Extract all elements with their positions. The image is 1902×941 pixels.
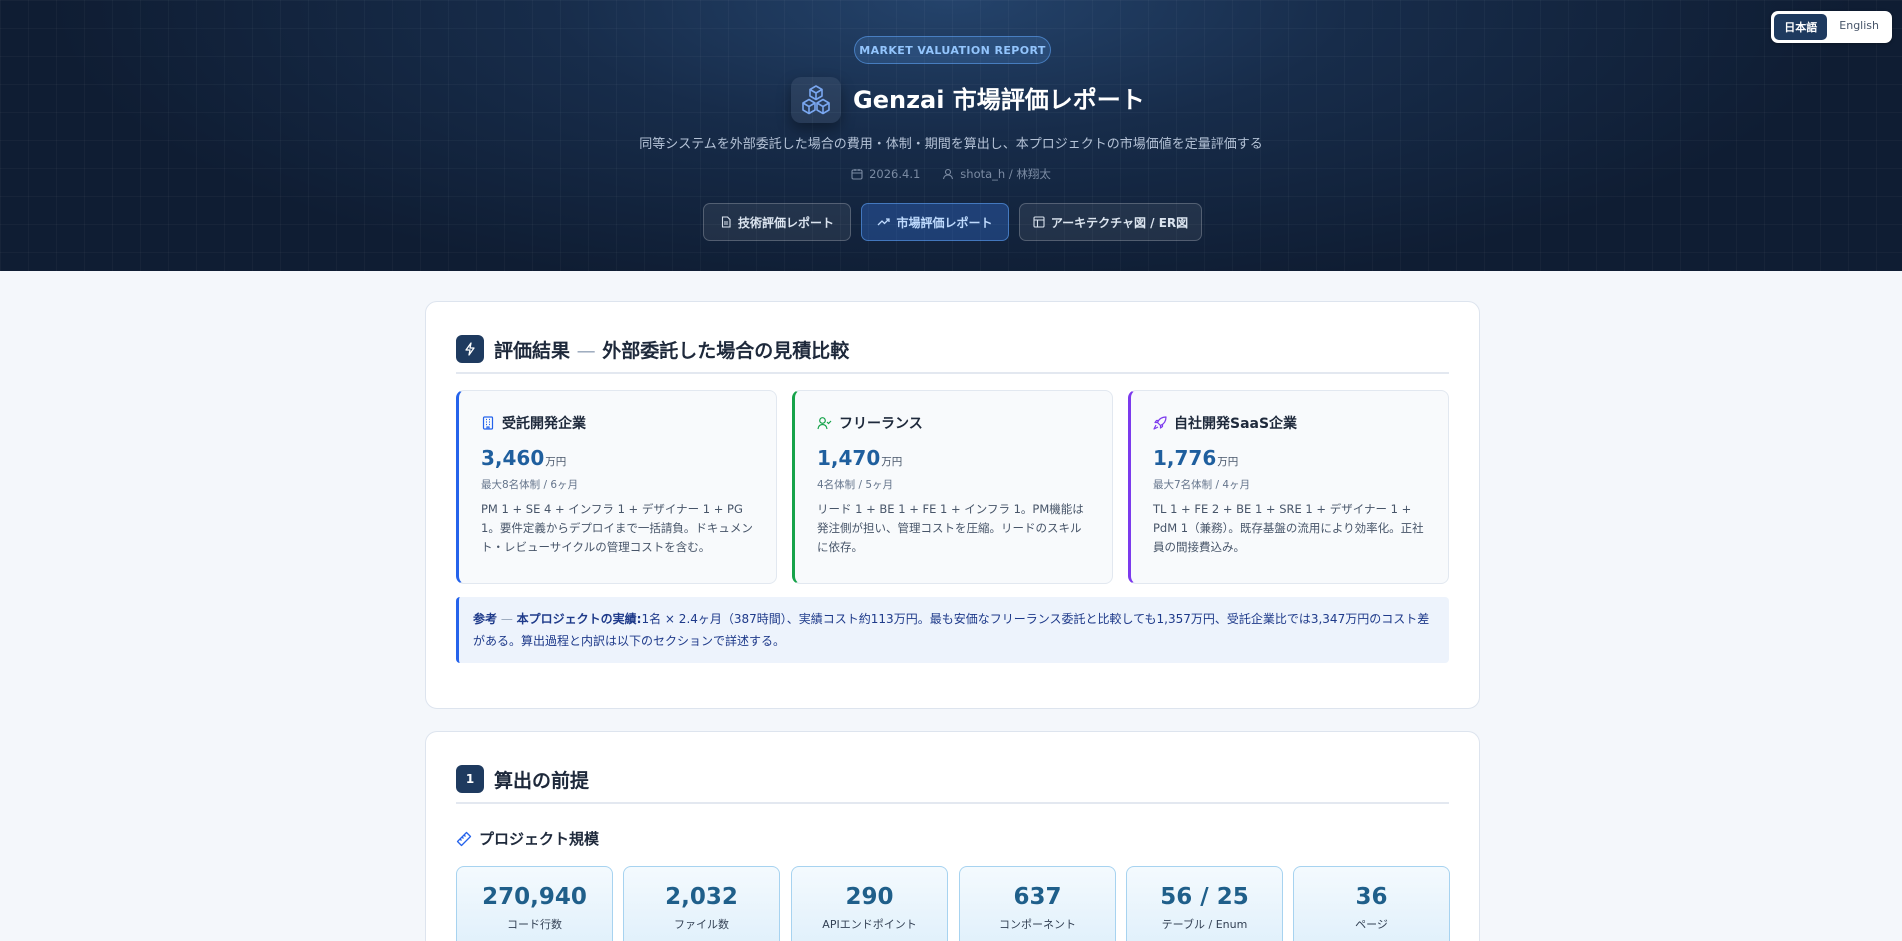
- layout-icon: [1033, 216, 1045, 228]
- note-dash: —: [500, 612, 513, 626]
- user-check-icon: [817, 417, 832, 430]
- summary-header: 評価結果 — 外部委託した場合の見積比較: [456, 335, 1449, 374]
- lang-ja-button[interactable]: 日本語: [1774, 14, 1828, 40]
- building-icon: [482, 416, 494, 430]
- stat-label: コンポーネント: [999, 918, 1076, 931]
- meta-date-text: 2026.4.1: [869, 167, 921, 181]
- report-meta: 2026.4.1 shota_h / 林翔太: [0, 166, 1902, 182]
- nav-architecture-label: アーキテクチャ図 / ER図: [1050, 215, 1189, 230]
- summary-section: 評価結果 — 外部委託した場合の見積比較 受託開発企業 3,460万円 最大8名…: [425, 301, 1480, 709]
- document-icon: [721, 216, 731, 228]
- premise-section: 1 算出の前提 プロジェクト規模 270,940 コード行数 2,032 ファイ…: [425, 731, 1480, 941]
- trending-up-icon: [878, 218, 891, 226]
- nav-market-report-label: 市場評価レポート: [896, 215, 993, 230]
- estimate-card-saas-value: 1,776万円: [1153, 446, 1239, 470]
- lang-en-button[interactable]: English: [1829, 14, 1889, 40]
- note-label: 参考: [473, 612, 498, 626]
- user-icon: [943, 168, 954, 180]
- page-title: Genzai 市場評価レポート: [853, 86, 1145, 114]
- stat-label: ページ: [1355, 918, 1388, 931]
- stat-value: 56 / 25: [1160, 884, 1249, 910]
- hero-banner: 日本語 English MARKET VALUATION REPORT Genz…: [0, 0, 1902, 271]
- stat-card-api: 290 APIエンドポイント: [791, 866, 948, 941]
- language-switcher: 日本語 English: [1771, 11, 1892, 43]
- estimate-card-freelance-desc: リード 1 + BE 1 + FE 1 + インフラ 1。PM機能は発注側が担い…: [817, 502, 1084, 554]
- stat-card-pages: 36 ページ: [1293, 866, 1450, 941]
- estimate-card-contract-head: 受託開発企業: [481, 413, 756, 433]
- nav-architecture-button[interactable]: アーキテクチャ図 / ER図: [1019, 203, 1202, 241]
- report-badge: MARKET VALUATION REPORT: [854, 36, 1051, 64]
- section-number-badge: 1: [456, 765, 484, 793]
- meta-date: 2026.4.1: [851, 166, 920, 182]
- calendar-icon: [851, 169, 863, 180]
- stat-value: 270,940: [482, 884, 587, 910]
- reference-note: 参考 — 本プロジェクトの実績:1名 × 2.4ヶ月（387時間）、実績コスト約…: [456, 597, 1449, 663]
- ruler-icon: [456, 831, 472, 846]
- estimate-card-saas-desc: TL 1 + FE 2 + BE 1 + SRE 1 + デザイナー 1 + P…: [1153, 502, 1424, 554]
- summary-title-dash: —: [576, 339, 596, 362]
- stat-card-components: 637 コンポーネント: [959, 866, 1116, 941]
- stat-label: テーブル / Enum: [1161, 918, 1248, 931]
- estimate-card-freelance-value: 1,470万円: [817, 446, 903, 470]
- stat-label: ファイル数: [674, 918, 729, 931]
- estimate-card-contract: 受託開発企業 3,460万円 最大8名体制 / 6ヶ月 PM 1 + SE 4 …: [456, 390, 777, 584]
- note-strong: 本プロジェクトの実績:: [516, 612, 642, 626]
- estimate-card-saas-name: 自社開発SaaS企業: [1174, 416, 1298, 432]
- meta-author: shota_h / 林翔太: [942, 166, 1051, 182]
- estimate-card-saas-team: 最大7名体制 / 4ヶ月: [1153, 479, 1251, 491]
- premise-title: 算出の前提: [494, 769, 590, 792]
- rocket-icon: [1153, 416, 1167, 430]
- project-scale-title: プロジェクト規模: [479, 830, 600, 848]
- stat-value: 637: [1013, 884, 1062, 910]
- lightning-icon: [456, 335, 484, 363]
- estimate-card-contract-desc: PM 1 + SE 4 + インフラ 1 + デザイナー 1 + PG 1。要件…: [481, 502, 753, 554]
- nav-market-report-button[interactable]: 市場評価レポート: [861, 203, 1009, 241]
- stat-label: APIエンドポイント: [822, 918, 917, 931]
- stat-value: 290: [845, 884, 894, 910]
- stat-value: 2,032: [665, 884, 738, 910]
- page-subtitle: 同等システムを外部委託した場合の費用・体制・期間を算出し、本プロジェクトの市場価…: [639, 137, 1263, 152]
- estimate-card-contract-name: 受託開発企業: [502, 416, 586, 432]
- estimate-card-contract-team: 最大8名体制 / 6ヶ月: [481, 479, 579, 491]
- estimate-card-contract-value: 3,460万円: [481, 446, 567, 470]
- estimate-card-freelance-head: フリーランス: [817, 413, 1092, 433]
- stat-card-tables: 56 / 25 テーブル / Enum: [1126, 866, 1283, 941]
- nav-tech-report-label: 技術評価レポート: [737, 215, 834, 230]
- stat-card-lines: 270,940 コード行数: [456, 866, 613, 941]
- nav-tech-report-button[interactable]: 技術評価レポート: [703, 203, 851, 241]
- stat-label: コード行数: [507, 918, 562, 931]
- summary-title-sub: 外部委託した場合の見積比較: [602, 339, 850, 362]
- stat-value: 36: [1355, 884, 1388, 910]
- estimate-card-freelance-team: 4名体制 / 5ヶ月: [817, 479, 894, 491]
- estimate-card-saas: 自社開発SaaS企業 1,776万円 最大7名体制 / 4ヶ月 TL 1 + F…: [1128, 390, 1449, 584]
- estimate-card-saas-head: 自社開発SaaS企業: [1153, 413, 1428, 433]
- cubes-logo-icon: [791, 77, 841, 123]
- summary-title: 評価結果 — 外部委託した場合の見積比較: [494, 336, 849, 363]
- estimate-card-freelance: フリーランス 1,470万円 4名体制 / 5ヶ月 リード 1 + BE 1 +…: [792, 390, 1113, 584]
- estimate-card-freelance-name: フリーランス: [839, 416, 923, 432]
- meta-author-text: shota_h / 林翔太: [960, 167, 1051, 181]
- summary-title-main: 評価結果: [494, 339, 571, 362]
- premise-header: 1 算出の前提: [456, 765, 1449, 804]
- stat-card-files: 2,032 ファイル数: [623, 866, 780, 941]
- project-scale-heading: プロジェクト規模: [456, 828, 599, 849]
